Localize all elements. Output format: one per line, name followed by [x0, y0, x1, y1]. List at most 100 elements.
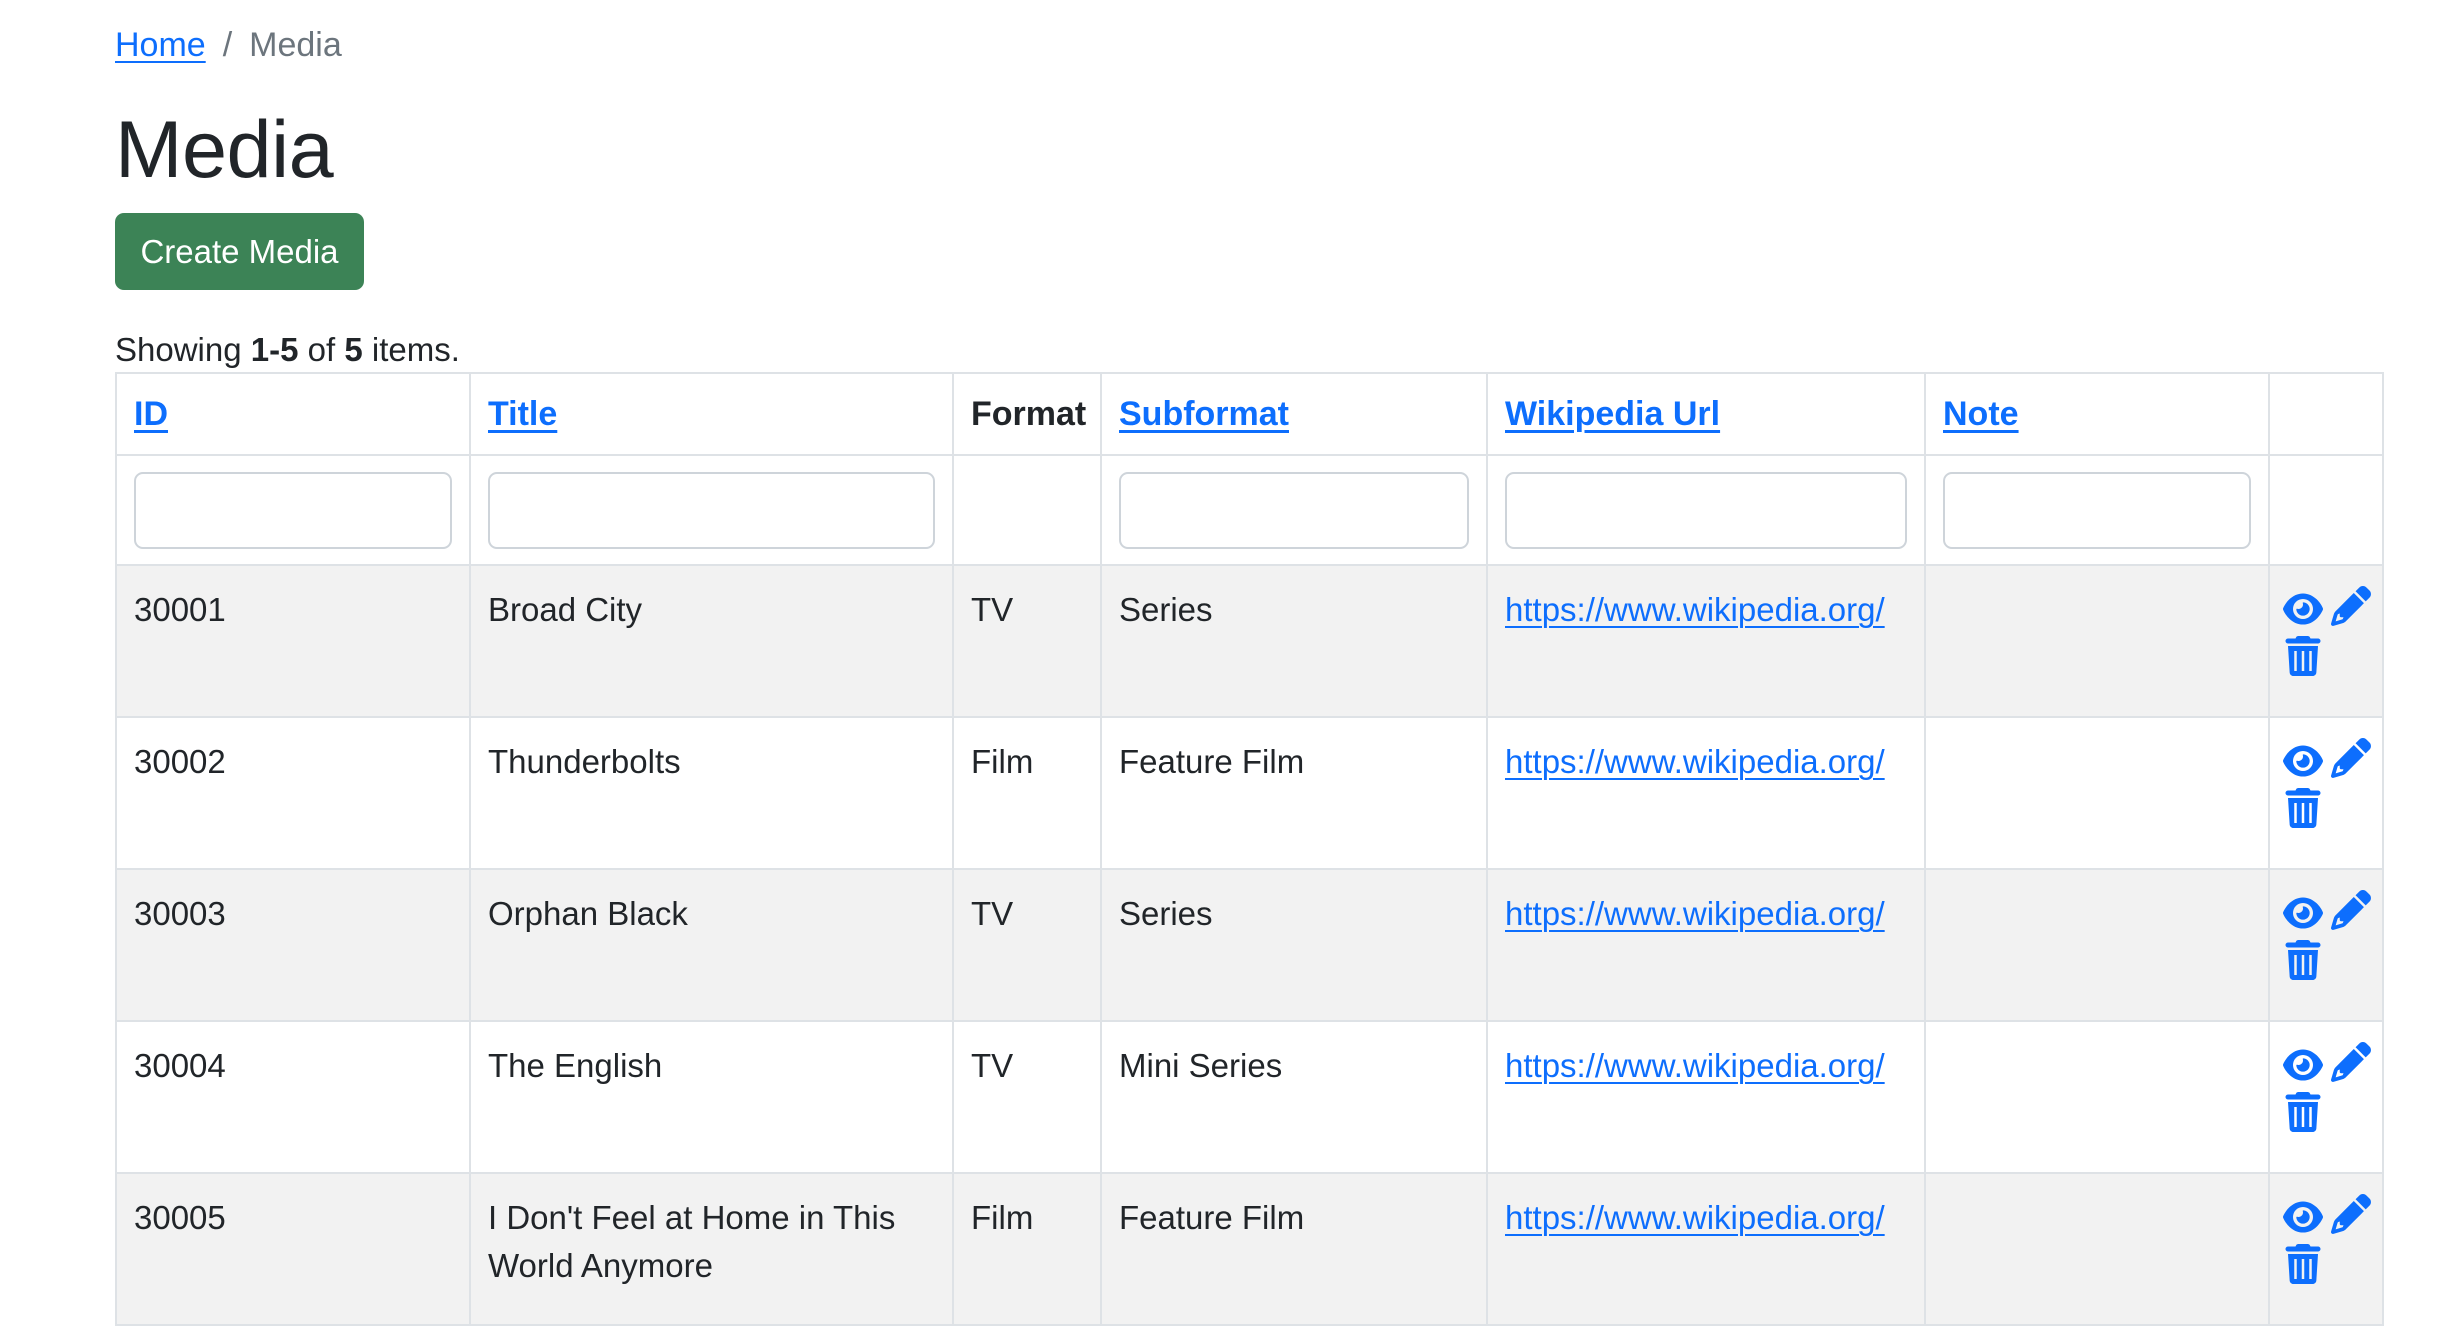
subformat-filter-input[interactable]: [1119, 471, 1469, 549]
cell-note: [1924, 716, 2270, 870]
column-header-format: Format: [952, 372, 1102, 456]
cell-note: [1924, 1172, 2270, 1326]
cell-title: Orphan Black: [469, 868, 954, 1022]
sort-subformat-link[interactable]: Subformat: [1119, 395, 1289, 433]
cell-actions: [2268, 564, 2384, 718]
column-header-id: ID: [115, 372, 471, 456]
summary-text: Showing 1-5 of 5 items.: [115, 327, 460, 373]
summary-range: 1-5: [250, 331, 299, 368]
breadcrumb-separator: /: [222, 26, 233, 64]
cell-title: I Don't Feel at Home in This World Anymo…: [469, 1172, 954, 1326]
cell-subformat: Series: [1100, 868, 1488, 1022]
row-actions: [2283, 586, 2371, 686]
summary-prefix: Showing: [115, 331, 242, 368]
cell-subformat: Series: [1100, 564, 1488, 718]
cell-actions: [2268, 868, 2384, 1022]
filter-cell-id: [115, 454, 471, 566]
cell-wikipedia-url: https://www.wikipedia.org/: [1486, 716, 1926, 870]
wikipedia-link[interactable]: https://www.wikipedia.org/: [1505, 743, 1885, 780]
cell-format: TV: [952, 564, 1102, 718]
delete-trash-icon[interactable]: [2283, 1092, 2323, 1132]
column-header-actions: [2268, 372, 2384, 456]
summary-suffix: items.: [371, 331, 460, 368]
cell-actions: [2268, 716, 2384, 870]
column-header-subformat: Subformat: [1100, 372, 1488, 456]
column-header-wikipedia-url: Wikipedia Url: [1486, 372, 1926, 456]
row-actions: [2283, 1042, 2371, 1142]
cell-format: Film: [952, 716, 1102, 870]
edit-pencil-icon[interactable]: [2331, 738, 2371, 778]
wikipedia-url-filter-input[interactable]: [1505, 471, 1907, 549]
filter-cell-wikipedia-url: [1486, 454, 1926, 566]
sort-wikipedia-url-link[interactable]: Wikipedia Url: [1505, 395, 1720, 433]
delete-trash-icon[interactable]: [2283, 940, 2323, 980]
cell-id: 30002: [115, 716, 471, 870]
row-actions: [2283, 738, 2371, 838]
breadcrumb-home-link[interactable]: Home: [115, 26, 206, 64]
cell-note: [1924, 564, 2270, 718]
delete-trash-icon[interactable]: [2283, 1244, 2323, 1284]
cell-actions: [2268, 1020, 2384, 1174]
cell-format: TV: [952, 868, 1102, 1022]
row-actions: [2283, 1194, 2371, 1294]
note-filter-input[interactable]: [1943, 471, 2251, 549]
cell-subformat: Mini Series: [1100, 1020, 1488, 1174]
cell-title: The English: [469, 1020, 954, 1174]
view-eye-icon[interactable]: [2283, 1197, 2327, 1237]
cell-wikipedia-url: https://www.wikipedia.org/: [1486, 1172, 1926, 1326]
summary-middle: of: [307, 331, 336, 368]
sort-id-link[interactable]: ID: [134, 395, 168, 433]
table-row: 30005 I Don't Feel at Home in This World…: [115, 1172, 2384, 1326]
filter-cell-actions: [2268, 454, 2384, 566]
cell-subformat: Feature Film: [1100, 716, 1488, 870]
table-row: 30001 Broad City TV Series https://www.w…: [115, 564, 2384, 718]
table-header-row: ID Title Format Subformat Wikipedia Url …: [115, 372, 2384, 456]
column-header-note: Note: [1924, 372, 2270, 456]
id-filter-input[interactable]: [134, 471, 452, 549]
table-filter-row: [115, 454, 2384, 566]
cell-format: TV: [952, 1020, 1102, 1174]
edit-pencil-icon[interactable]: [2331, 1042, 2371, 1082]
cell-id: 30005: [115, 1172, 471, 1326]
edit-pencil-icon[interactable]: [2331, 586, 2371, 626]
summary-total: 5: [344, 331, 363, 368]
title-filter-input[interactable]: [488, 471, 935, 549]
wikipedia-link[interactable]: https://www.wikipedia.org/: [1505, 591, 1885, 628]
delete-trash-icon[interactable]: [2283, 788, 2323, 828]
cell-format: Film: [952, 1172, 1102, 1326]
table-row: 30004 The English TV Mini Series https:/…: [115, 1020, 2384, 1174]
cell-subformat: Feature Film: [1100, 1172, 1488, 1326]
create-media-button[interactable]: Create Media: [115, 213, 364, 290]
cell-id: 30004: [115, 1020, 471, 1174]
breadcrumb: Home / Media: [115, 22, 342, 68]
sort-note-link[interactable]: Note: [1943, 395, 2019, 433]
table-row: 30002 Thunderbolts Film Feature Film htt…: [115, 716, 2384, 870]
column-header-title: Title: [469, 372, 954, 456]
delete-trash-icon[interactable]: [2283, 636, 2323, 676]
cell-id: 30003: [115, 868, 471, 1022]
filter-cell-format: [952, 454, 1102, 566]
cell-title: Thunderbolts: [469, 716, 954, 870]
table-row: 30003 Orphan Black TV Series https://www…: [115, 868, 2384, 1022]
filter-cell-note: [1924, 454, 2270, 566]
cell-title: Broad City: [469, 564, 954, 718]
cell-wikipedia-url: https://www.wikipedia.org/: [1486, 868, 1926, 1022]
media-table: ID Title Format Subformat Wikipedia Url …: [115, 372, 2384, 1326]
view-eye-icon[interactable]: [2283, 1045, 2327, 1085]
view-eye-icon[interactable]: [2283, 741, 2327, 781]
view-eye-icon[interactable]: [2283, 893, 2327, 933]
page-title: Media: [115, 105, 334, 195]
edit-pencil-icon[interactable]: [2331, 1194, 2371, 1234]
cell-wikipedia-url: https://www.wikipedia.org/: [1486, 564, 1926, 718]
wikipedia-link[interactable]: https://www.wikipedia.org/: [1505, 895, 1885, 932]
view-eye-icon[interactable]: [2283, 589, 2327, 629]
wikipedia-link[interactable]: https://www.wikipedia.org/: [1505, 1047, 1885, 1084]
cell-id: 30001: [115, 564, 471, 718]
wikipedia-link[interactable]: https://www.wikipedia.org/: [1505, 1199, 1885, 1236]
edit-pencil-icon[interactable]: [2331, 890, 2371, 930]
sort-title-link[interactable]: Title: [488, 395, 557, 433]
filter-cell-subformat: [1100, 454, 1488, 566]
cell-actions: [2268, 1172, 2384, 1326]
row-actions: [2283, 890, 2371, 990]
cell-note: [1924, 868, 2270, 1022]
